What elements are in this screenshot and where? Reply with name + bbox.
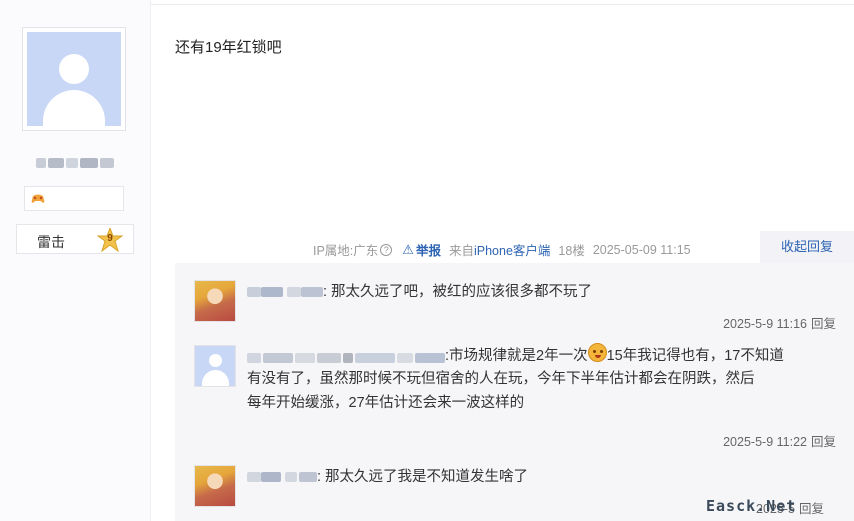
post-datetime: 2025-05-09 11:15 bbox=[592, 242, 691, 257]
reply-item: : 那太久远了吧，被红的应该很多都不玩了 2025-5-9 11:16 回复 bbox=[175, 280, 854, 342]
reply-text-part: :市场规律就是2年一次 bbox=[445, 348, 588, 364]
anime-avatar-image bbox=[195, 466, 235, 506]
reply-button[interactable]: 回复 bbox=[799, 502, 824, 516]
star-badge-icon: 9 bbox=[96, 226, 124, 253]
post-tail: IP属地:广东? ⚠ 举报 来自iPhone客户端 18楼 2025-05-09 11:1… bbox=[313, 240, 691, 259]
reply-username-blurred[interactable] bbox=[247, 472, 317, 482]
user-badge[interactable] bbox=[24, 186, 124, 211]
avatar-body-shape bbox=[202, 370, 229, 386]
level-title: 雷击 bbox=[37, 234, 65, 250]
reply-meta: 2025-5-9 11:22 回复 bbox=[723, 431, 836, 450]
source-prefix: 来自 bbox=[448, 244, 474, 258]
avatar-body-shape bbox=[43, 90, 105, 126]
reply-text: : 那太久远了吧，被红的应该很多都不玩了 bbox=[323, 284, 593, 300]
reply-text-line: 有没有了，虽然那时候不玩但宿舍的人在玩，今年下半年估计都会在阴跌，然后 bbox=[247, 371, 755, 387]
column-divider bbox=[150, 0, 151, 521]
avatar-head-shape bbox=[59, 54, 89, 84]
level-number: 9 bbox=[107, 233, 113, 244]
reply-text-part: 15年我记得也有，17不知道 bbox=[606, 348, 784, 364]
author-username-blurred[interactable] bbox=[36, 158, 114, 168]
reply-username-blurred[interactable] bbox=[247, 353, 445, 363]
post-content: 还有19年红锁吧 bbox=[175, 39, 282, 56]
game-controller-icon bbox=[31, 194, 45, 203]
floor-number: 18楼 bbox=[558, 244, 585, 258]
reply-avatar[interactable] bbox=[194, 465, 236, 507]
author-avatar[interactable] bbox=[22, 27, 126, 131]
reply-meta: 2025-5-9 11:16 回复 bbox=[723, 313, 836, 332]
reply-text: : 那太久远了我是不知道发生啥了 bbox=[317, 469, 529, 485]
emoji-icon bbox=[587, 343, 607, 362]
reply-username-blurred[interactable] bbox=[247, 287, 323, 297]
reply-avatar[interactable] bbox=[194, 345, 236, 387]
reply-time: 2025-5-9 11:22 bbox=[723, 435, 807, 449]
help-icon[interactable]: ? bbox=[380, 243, 393, 256]
reply-button[interactable]: 回复 bbox=[811, 435, 836, 449]
reply-item: :市场规律就是2年一次 15年我记得也有，17不知道 有没有了，虽然那时候不玩但宿… bbox=[175, 343, 854, 455]
report-link[interactable]: 举报 bbox=[416, 240, 441, 259]
source-client-link[interactable]: iPhone客户端 bbox=[474, 240, 550, 259]
collapse-replies-button[interactable]: 收起回复 bbox=[760, 231, 854, 263]
anime-avatar-image bbox=[195, 281, 235, 321]
reply-list: : 那太久远了吧，被红的应该很多都不玩了 2025-5-9 11:16 回复 :市… bbox=[175, 263, 854, 521]
author-sidebar: 雷击 9 bbox=[0, 0, 150, 521]
ip-location: IP属地:广东 bbox=[313, 244, 379, 258]
reply-avatar[interactable] bbox=[194, 280, 236, 322]
user-level[interactable]: 雷击 9 bbox=[16, 224, 134, 254]
avatar-head-shape bbox=[209, 354, 222, 367]
warning-triangle-icon: ⚠ bbox=[402, 241, 414, 257]
reply-button[interactable]: 回复 bbox=[811, 317, 836, 331]
reply-text: :市场规律就是2年一次 15年我记得也有，17不知道 bbox=[445, 343, 784, 368]
reply-text-line: 每年开始缓涨，27年估计还会来一波这样的 bbox=[247, 395, 525, 411]
watermark: Easck.Net bbox=[706, 497, 797, 515]
reply-time: 2025-5-9 11:16 bbox=[723, 317, 807, 331]
